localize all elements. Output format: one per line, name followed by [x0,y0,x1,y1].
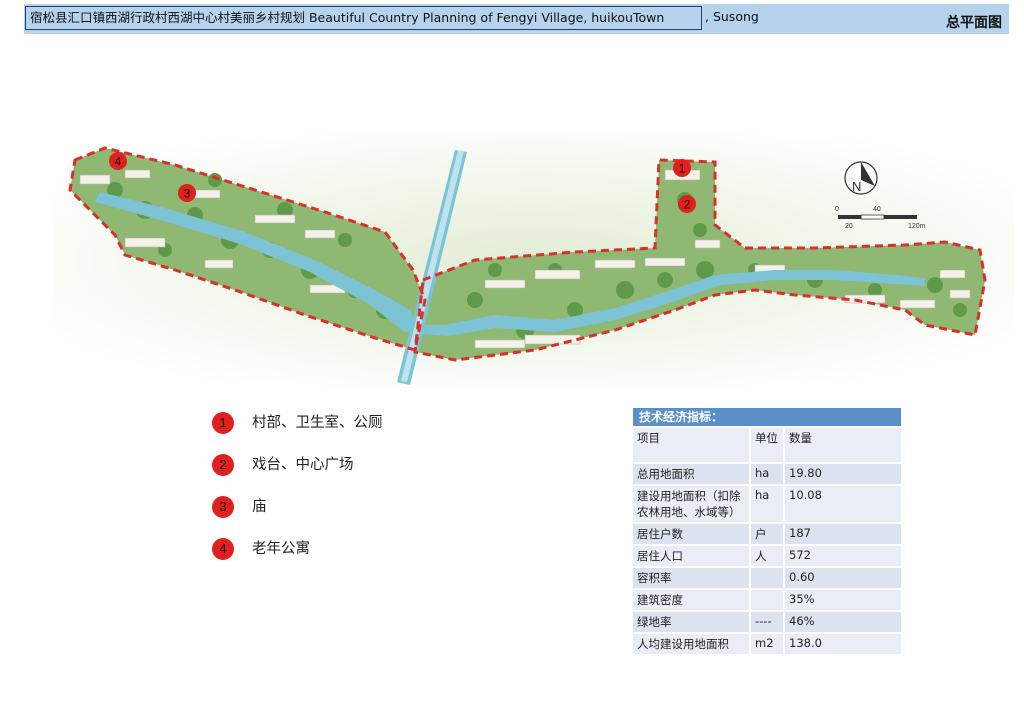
row-value: 572 [784,545,901,568]
row-unit: ha [750,485,785,524]
row-value: 0.60 [784,567,901,590]
row-unit: ---- [750,611,785,634]
table-caption: 技术经济指标： [633,408,901,428]
row-item: 总用地面积 [633,463,751,486]
row-value: 46% [784,611,901,634]
map-marker-1-label: 1 [679,162,686,176]
row-item: 建设用地面积（扣除农林用地、水域等） [633,485,751,524]
map-marker-2: 2 [678,195,696,213]
header-item: 项目 [633,427,751,464]
site-plan-svg: 4 3 1 2 N 0 40 20 120m [55,135,1015,385]
row-unit: 人 [750,545,785,568]
table-row: 居住人口 人 572 [633,545,901,568]
table-row: 绿地率 ---- 46% [633,611,901,634]
technical-indicators-table: 技术经济指标： 项目 单位 数量 总用地面积 ha 19.80 建设用地面积（扣… [633,408,901,656]
row-item: 人均建设用地面积 [633,633,751,656]
map-marker-4-label: 4 [115,155,122,169]
map-marker-3-label: 3 [184,187,191,201]
row-value: 187 [784,523,901,546]
row-value: 19.80 [784,463,901,486]
row-item: 居住户数 [633,523,751,546]
scale-label-120m: 120m [908,223,926,230]
table-row: 建设用地面积（扣除农林用地、水域等） ha 10.08 [633,485,901,524]
legend-number-2: 2 [212,454,234,476]
table-row: 容积率 0.60 [633,567,901,590]
header-value: 数量 [784,427,901,464]
table-caption-row: 技术经济指标： [633,408,901,428]
project-title-tail: , Susong [705,9,759,24]
row-unit: m2 [750,633,785,656]
scale-label-20: 20 [845,223,853,230]
site-plan-map: 4 3 1 2 N 0 40 20 120m [55,120,1015,400]
legend-label-2: 戏台、中心广场 [252,457,354,473]
table-header-row: 项目 单位 数量 [633,427,901,464]
row-item: 居住人口 [633,545,751,568]
legend-label-3: 庙 [252,499,267,515]
row-unit: ha [750,463,785,486]
row-unit [750,589,785,612]
legend-label-4: 老年公寓 [252,541,310,557]
legend-number-1: 1 [212,412,234,434]
table-row: 居住户数 户 187 [633,523,901,546]
scale-label-0: 0 [835,206,839,213]
row-value: 10.08 [784,485,901,524]
project-title: 宿松县汇口镇西湖行政村西湖中心村美丽乡村规划 Beautiful Country… [25,6,702,30]
row-item: 建筑密度 [633,589,751,612]
row-item: 容积率 [633,567,751,590]
table-row: 人均建设用地面积 m2 138.0 [633,633,901,656]
map-marker-4: 4 [109,152,127,170]
map-marker-1: 1 [673,159,691,177]
table-row: 建筑密度 35% [633,589,901,612]
legend-label-1: 村部、卫生室、公厕 [252,415,383,431]
row-item: 绿地率 [633,611,751,634]
row-unit [750,567,785,590]
sheet-title: 总平面图 [946,15,1002,31]
legend-number-3: 3 [212,496,234,518]
row-value: 138.0 [784,633,901,656]
map-marker-3: 3 [178,184,196,202]
row-unit: 户 [750,523,785,546]
map-marker-2-label: 2 [684,198,691,212]
table-row: 总用地面积 ha 19.80 [633,463,901,486]
scale-label-40: 40 [873,206,881,213]
legend-number-4: 4 [212,538,234,560]
header-unit: 单位 [750,427,785,464]
compass-label: N [852,179,861,194]
row-value: 35% [784,589,901,612]
